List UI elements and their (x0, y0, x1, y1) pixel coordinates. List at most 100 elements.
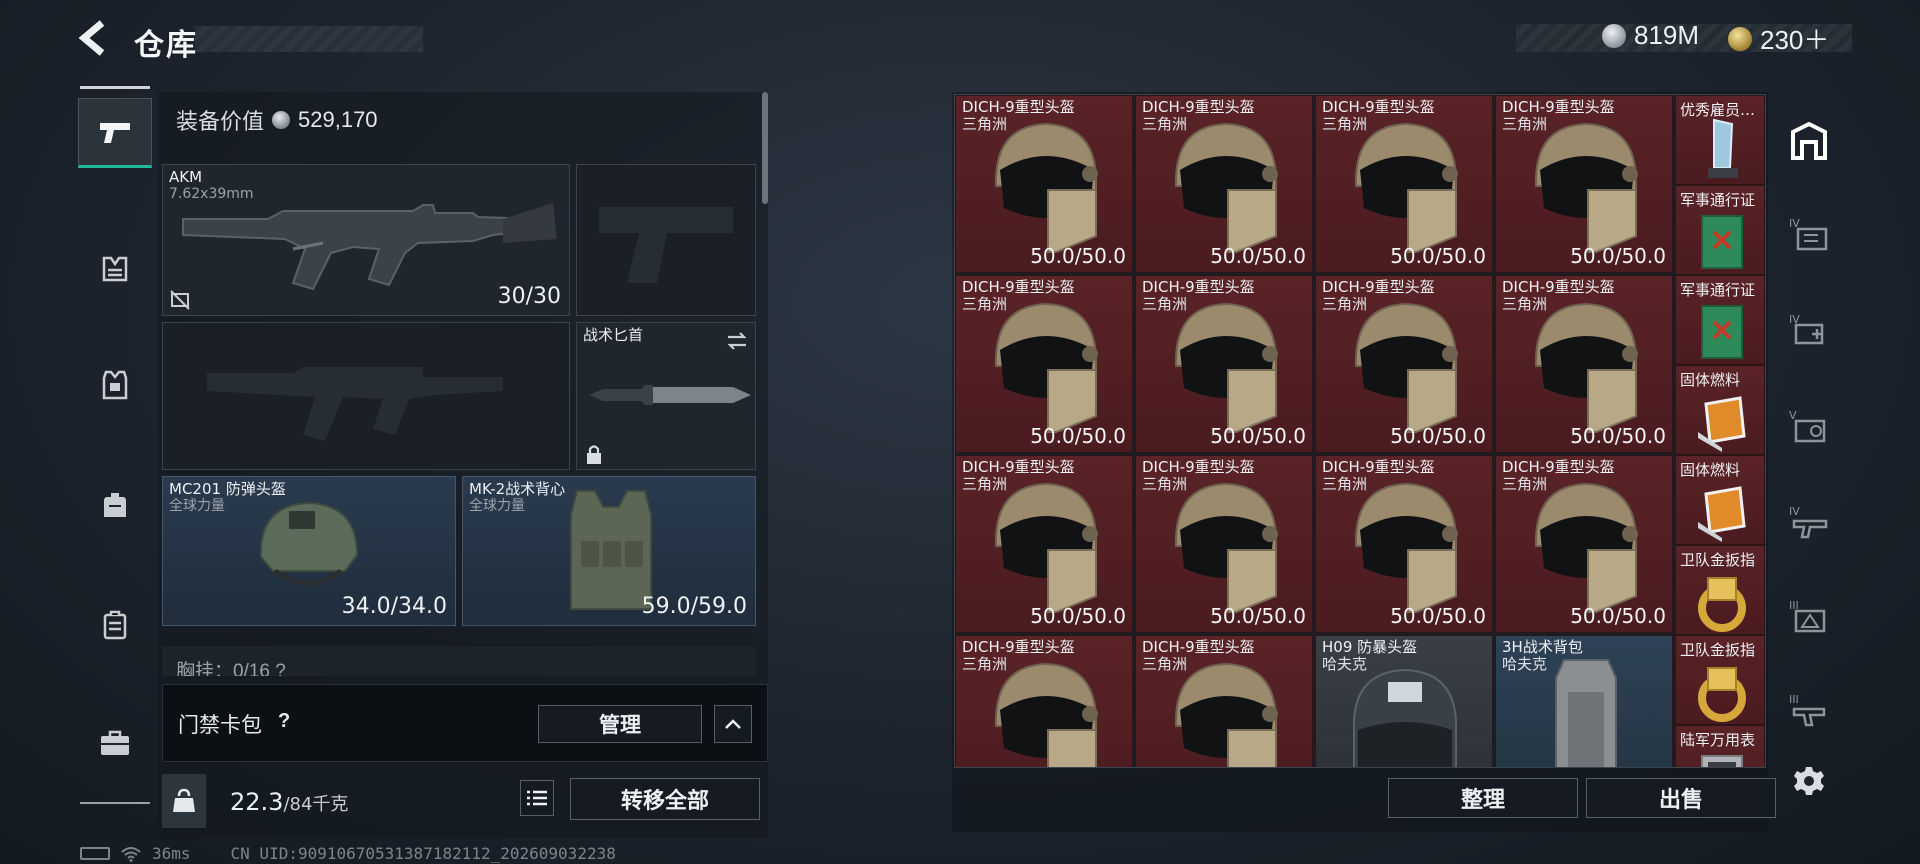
stash-item-cell[interactable]: DICH-9重型头盔 三角洲 50.0/50.0 (1495, 95, 1673, 273)
stash-item-cell[interactable]: DICH-9重型头盔 三角洲 50.0/50.0 (955, 95, 1133, 273)
vest-name: MK-2战术背心 (469, 480, 566, 498)
gold-ring-icon (1698, 667, 1746, 722)
gold-coin-icon (1728, 26, 1752, 51)
nav-container-iv[interactable]: IV (1774, 200, 1844, 270)
stash-item-cell[interactable]: DICH-9重型头盔 三角洲 50.0/50.0 (955, 275, 1133, 453)
item-name: H09 防暴头盔 (1322, 638, 1418, 656)
stash-small-item-cell[interactable]: 卫队金扳指 (1675, 545, 1765, 635)
item-map: 三角洲 (962, 655, 1008, 673)
sort-button[interactable]: 整理 (1388, 778, 1578, 818)
keycard-manage-button[interactable]: 管理 (538, 705, 702, 743)
item-name: 卫队金扳指 (1680, 551, 1756, 569)
item-name: 3H战术背包 (1502, 638, 1583, 656)
weight-icon-box (162, 774, 206, 828)
item-durability: 50.0/50.0 (1570, 244, 1666, 268)
stash-small-item-cell[interactable]: 卫队金扳指 (1675, 635, 1765, 725)
nav-container-iii[interactable]: III (1774, 582, 1844, 652)
stash-item-cell[interactable]: DICH-9重型头盔 三角洲 (955, 635, 1133, 767)
nav-weapons[interactable] (78, 98, 152, 168)
armor-vest-icon (102, 370, 128, 400)
wifi-icon (121, 846, 141, 862)
weight-current: 22.3 (230, 788, 284, 816)
gold-currency[interactable]: 230＋ (1728, 20, 1829, 57)
stash-item-cell[interactable]: DICH-9重型头盔 三角洲 50.0/50.0 (1315, 95, 1493, 273)
item-map: 三角洲 (1502, 475, 1548, 493)
stash-item-cell[interactable]: DICH-9重型头盔 三角洲 50.0/50.0 (1135, 275, 1313, 453)
stash-small-item-cell[interactable]: 固体燃料 (1675, 455, 1765, 545)
equipment-value: 装备价值 529,170 (176, 104, 378, 136)
nav-stash[interactable] (1774, 106, 1844, 176)
item-durability: 50.0/50.0 (1570, 604, 1666, 628)
stash-small-item-cell[interactable]: 陆军万用表 (1675, 725, 1765, 767)
mc201-helmet-image (259, 501, 359, 586)
stash-small-item-cell[interactable]: 军事通行证 (1675, 275, 1765, 365)
container-iv-plus-icon: IV (1789, 313, 1824, 345)
stash-icon (1791, 122, 1827, 160)
item-durability: 50.0/50.0 (1210, 424, 1306, 448)
pistol-slot[interactable] (576, 164, 756, 316)
stash-item-cell[interactable]: 3H战术背包 哈夫克 (1495, 635, 1673, 767)
nav-container-iii-gun[interactable]: III (1774, 676, 1844, 746)
back-button[interactable] (78, 20, 112, 56)
chest-rig-row[interactable]: 胸挂：0/16 ? (162, 646, 756, 676)
keycard-collapse-button[interactable] (714, 705, 752, 743)
helmet-faction: 全球力量 (169, 498, 225, 514)
nav-armor[interactable] (78, 350, 152, 420)
transfer-all-button[interactable]: 转移全部 (570, 778, 760, 820)
nav-backpack[interactable] (78, 470, 152, 540)
stash-item-cell[interactable]: DICH-9重型头盔 三角洲 50.0/50.0 (1135, 95, 1313, 273)
chevron-up-icon (725, 719, 741, 729)
right-nav: IV IV V IV III III (1774, 92, 1844, 832)
solid-fuel-icon (1698, 396, 1746, 452)
silver-currency[interactable]: 819M (1602, 20, 1699, 51)
helmet-slot[interactable]: MC201 防弹头盔 全球力量 34.0/34.0 (162, 476, 456, 626)
swap-icon[interactable] (725, 331, 749, 351)
stash-item-cell[interactable]: H09 防暴头盔 哈夫克 (1315, 635, 1493, 767)
secondary-weapon-slot[interactable] (162, 322, 570, 470)
nav-case[interactable] (78, 590, 152, 660)
stash-small-item-cell[interactable]: 军事通行证 (1675, 185, 1765, 275)
primary-weapon-slot[interactable]: AKM 7.62x39mm 30/30 (162, 164, 570, 316)
keycard-help-button[interactable]: ? (278, 710, 290, 733)
page-title: 仓库 (134, 28, 198, 63)
stash-item-cell[interactable]: DICH-9重型头盔 三角洲 50.0/50.0 (1135, 455, 1313, 633)
item-name: 军事通行证 (1680, 281, 1756, 299)
nav-container-iv-gun[interactable]: IV (1774, 488, 1844, 558)
item-name: DICH-9重型头盔 (962, 458, 1075, 476)
nav-briefcase[interactable] (78, 708, 152, 778)
item-name: 陆军万用表 (1680, 731, 1756, 749)
nav-rig[interactable] (78, 234, 152, 304)
sell-button[interactable]: 出售 (1586, 778, 1776, 818)
stash-small-item-cell[interactable]: 优秀雇员… (1675, 95, 1765, 185)
stash-item-cell[interactable]: DICH-9重型头盔 三角洲 50.0/50.0 (1495, 275, 1673, 453)
nav-container-v[interactable]: V (1774, 392, 1844, 462)
back-arrow-icon (78, 20, 105, 56)
item-durability: 50.0/50.0 (1390, 424, 1486, 448)
item-name: DICH-9重型头盔 (1142, 638, 1255, 656)
weight-readout: 22.3/84千克 (230, 788, 348, 816)
nav-settings[interactable] (1774, 746, 1844, 816)
container-iii-icon: III (1789, 599, 1826, 633)
item-durability: 50.0/50.0 (1570, 424, 1666, 448)
knife-slot[interactable]: 战术匕首 (576, 322, 756, 470)
container-v-icon: V (1789, 409, 1826, 443)
item-name: DICH-9重型头盔 (1502, 278, 1615, 296)
item-durability: 50.0/50.0 (1030, 244, 1126, 268)
item-name: DICH-9重型头盔 (1502, 458, 1615, 476)
stash-small-item-cell[interactable]: 固体燃料 (1675, 365, 1765, 455)
backpack-icon (104, 493, 126, 517)
item-name: 固体燃料 (1680, 371, 1741, 389)
stash-item-cell[interactable]: DICH-9重型头盔 三角洲 (1135, 635, 1313, 767)
briefcase-icon (101, 730, 129, 755)
stash-item-cell[interactable]: DICH-9重型头盔 三角洲 50.0/50.0 (1315, 455, 1493, 633)
nav-container-iv-plus[interactable]: IV (1774, 296, 1844, 366)
equipment-scrollbar[interactable] (762, 92, 768, 204)
stash-item-cell[interactable]: DICH-9重型头盔 三角洲 50.0/50.0 (1495, 455, 1673, 633)
list-view-button[interactable] (520, 780, 554, 816)
kettlebell-icon (173, 788, 195, 812)
vest-slot[interactable]: MK-2战术背心 全球力量 59.0/59.0 (462, 476, 756, 626)
item-durability: 50.0/50.0 (1390, 604, 1486, 628)
stash-item-cell[interactable]: DICH-9重型头盔 三角洲 50.0/50.0 (955, 455, 1133, 633)
stash-item-cell[interactable]: DICH-9重型头盔 三角洲 50.0/50.0 (1315, 275, 1493, 453)
status-footer: 36ms CN UID:9091067053138718211​2_202609… (80, 844, 616, 863)
